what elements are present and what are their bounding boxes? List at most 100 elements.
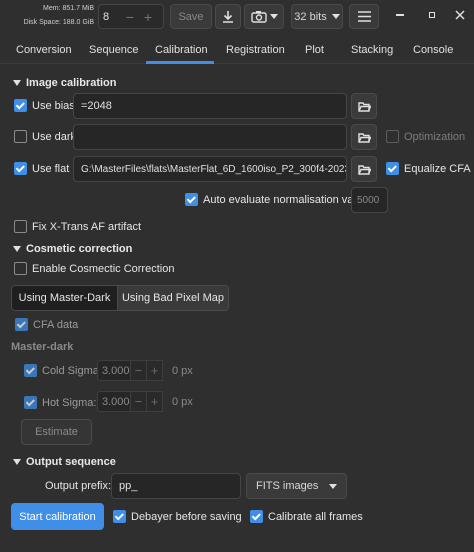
image-calibration-header[interactable]: Image calibration: [13, 77, 116, 89]
auto-evaluate-checkbox[interactable]: Auto evaluate normalisation value: [185, 193, 368, 206]
hamburger-menu-icon: [357, 11, 371, 22]
memory-readout: Mem: 851.7 MiB: [43, 5, 94, 12]
flat-browse-button[interactable]: [351, 156, 377, 182]
bias-browse-button[interactable]: [351, 93, 377, 119]
calibrate-all-checkbox[interactable]: Calibrate all frames: [250, 510, 363, 523]
checkbox-box: [24, 396, 37, 409]
checkbox-box: [14, 99, 27, 112]
use-flat-label: Use flat: [32, 162, 70, 175]
chevron-down-icon: [331, 14, 340, 19]
optimization-label: Optimization: [404, 130, 466, 143]
bit-depth-value: 32 bits: [294, 10, 327, 23]
fix-xtrans-label: Fix X-Trans AF artifact: [32, 220, 142, 233]
checkbox-box: [14, 130, 27, 143]
cfa-data-checkbox[interactable]: CFA data: [15, 318, 78, 331]
expander-arrow-icon: [13, 80, 21, 86]
plus-icon[interactable]: +: [139, 9, 157, 25]
download-icon: [223, 10, 233, 23]
tab-stacking[interactable]: Stacking: [351, 40, 393, 60]
use-flat-checkbox[interactable]: Use flat: [14, 162, 69, 175]
flat-file-field[interactable]: G:\MasterFiles\flats\MasterFlat_6D_1600i…: [73, 156, 347, 182]
minus-icon[interactable]: −: [131, 391, 147, 412]
save-button[interactable]: Save: [170, 4, 212, 29]
cold-sigma-spinner[interactable]: 3.000 − +: [97, 360, 163, 381]
folder-open-icon: [357, 132, 371, 143]
checkbox-box: [185, 193, 198, 206]
tab-using-bad-pixel-map[interactable]: Using Bad Pixel Map: [117, 286, 228, 310]
minus-icon[interactable]: −: [121, 9, 139, 25]
bit-depth-dropdown[interactable]: 32 bits: [291, 4, 343, 29]
expander-arrow-icon: [13, 246, 21, 252]
hot-sigma-pixels: 0 px: [172, 396, 193, 408]
hot-sigma-value: 3.000: [97, 391, 131, 412]
enable-cosmetic-checkbox[interactable]: Enable Cosmectic Correction: [14, 262, 174, 275]
maximize-icon[interactable]: [429, 12, 435, 18]
chevron-down-icon: [269, 14, 278, 19]
threads-value: 8: [103, 10, 110, 23]
start-calibration-button[interactable]: Start calibration: [11, 503, 104, 530]
cosmetic-correction-header[interactable]: Cosmetic correction: [13, 243, 132, 255]
folder-open-icon: [357, 101, 371, 112]
cold-sigma-pixels: 0 px: [172, 365, 193, 377]
plus-icon[interactable]: +: [147, 391, 163, 412]
close-icon[interactable]: [455, 10, 465, 20]
output-prefix-label: Output prefix:: [45, 480, 112, 492]
equalize-cfa-label: Equalize CFA: [404, 162, 471, 175]
dark-file-field[interactable]: [73, 124, 347, 150]
plus-icon[interactable]: +: [147, 360, 163, 381]
cold-sigma-label: Cold Sigma:: [42, 364, 102, 377]
bias-file-field[interactable]: =2048: [73, 93, 347, 119]
snapshot-button[interactable]: [244, 4, 284, 29]
optimization-checkbox[interactable]: Optimization: [386, 130, 465, 143]
cosmetic-correction-title: Cosmetic correction: [26, 243, 133, 255]
checkbox-box: [14, 162, 27, 175]
checkbox-box: [250, 510, 263, 523]
checkbox-box: [14, 220, 27, 233]
tab-conversion[interactable]: Conversion: [16, 40, 72, 60]
equalize-cfa-checkbox[interactable]: Equalize CFA: [386, 162, 471, 175]
hot-sigma-checkbox[interactable]: Hot Sigma:: [24, 396, 96, 409]
active-tab-indicator: [146, 61, 214, 64]
save-as-button[interactable]: [215, 4, 241, 29]
main-menu-button[interactable]: [349, 4, 379, 29]
output-format-dropdown[interactable]: FITS images: [246, 473, 347, 499]
output-format-value: FITS images: [256, 480, 319, 492]
camera-icon: [250, 11, 267, 23]
checkbox-box: [386, 162, 399, 175]
dark-browse-button[interactable]: [351, 124, 377, 150]
cold-sigma-checkbox[interactable]: Cold Sigma:: [24, 364, 102, 377]
calibrate-all-label: Calibrate all frames: [268, 510, 363, 523]
master-dark-label: Master-dark: [11, 341, 74, 353]
auto-evaluate-label: Auto evaluate normalisation value: [203, 193, 369, 206]
output-sequence-title: Output sequence: [26, 456, 116, 468]
use-bias-checkbox[interactable]: Use bias: [14, 99, 75, 112]
use-dark-label: Use dark: [32, 130, 77, 143]
output-sequence-header[interactable]: Output sequence: [13, 456, 116, 468]
normalisation-value-field: 5000: [351, 187, 388, 213]
hot-sigma-spinner[interactable]: 3.000 − +: [97, 391, 163, 412]
minus-icon[interactable]: −: [131, 360, 147, 381]
tab-using-master-dark[interactable]: Using Master-Dark: [12, 286, 117, 310]
tab-sequence[interactable]: Sequence: [89, 40, 139, 60]
tab-console[interactable]: Console: [413, 40, 453, 60]
fix-xtrans-checkbox[interactable]: Fix X-Trans AF artifact: [14, 220, 141, 233]
tab-bar-divider: [0, 63, 474, 64]
checkbox-box: [113, 510, 126, 523]
output-prefix-field[interactable]: pp_: [111, 473, 241, 499]
folder-open-icon: [357, 164, 371, 175]
minimize-icon[interactable]: [396, 14, 404, 16]
enable-cosmetic-label: Enable Cosmectic Correction: [32, 262, 175, 275]
cold-sigma-value: 3.000: [97, 360, 131, 381]
tab-calibration[interactable]: Calibration: [155, 40, 208, 60]
cosmetic-mode-tabs: Using Master-Dark Using Bad Pixel Map: [11, 285, 229, 311]
hot-sigma-label: Hot Sigma:: [42, 396, 97, 409]
checkbox-box: [386, 130, 399, 143]
use-bias-label: Use bias: [32, 99, 75, 112]
use-dark-checkbox[interactable]: Use dark: [14, 130, 76, 143]
tab-plot[interactable]: Plot: [305, 40, 324, 60]
tab-registration[interactable]: Registration: [226, 40, 285, 60]
threads-spinner[interactable]: 8 − +: [98, 4, 164, 29]
debayer-checkbox[interactable]: Debayer before saving: [113, 510, 242, 523]
estimate-button[interactable]: Estimate: [21, 419, 92, 445]
disk-space-readout: Disk Space: 188.0 GiB: [23, 19, 94, 26]
